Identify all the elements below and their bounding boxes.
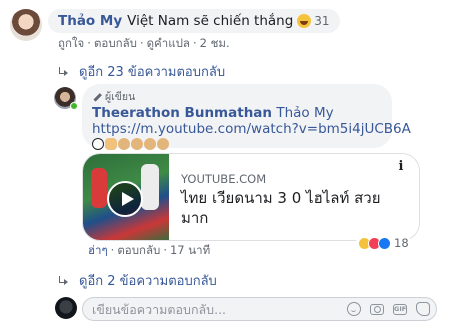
arm-icon: [105, 138, 117, 150]
view-more-replies-label: ดูอีก 2 ข้อความตอบกลับ: [79, 274, 217, 289]
like-icon: [378, 236, 391, 250]
author-badge-label: ผู้เขียน: [105, 91, 136, 103]
reply-header-line: Theerathon Bunmathan Thảo My: [92, 105, 382, 121]
online-status-dot: [70, 102, 78, 110]
ball-icon: [92, 138, 104, 150]
reply-reaction-count: 18: [394, 236, 409, 250]
reply-reply-link[interactable]: ตอบกลับ: [117, 243, 160, 257]
reply-emoji-row: [92, 138, 382, 150]
mention-link[interactable]: Thảo My: [276, 105, 333, 121]
link-title[interactable]: ไทย เวียดนาม 3 0 ไฮไลท์ สวยมาก: [181, 188, 395, 228]
comment-reaction-summary[interactable]: 31: [297, 14, 330, 28]
gif-icon[interactable]: GIF: [393, 303, 407, 315]
comment-bubble: Thảo My Việt Nam sẽ chiến thắng 31: [48, 9, 340, 33]
view-more-replies-label: ดูอีก 23 ข้อความตอบกลับ: [79, 65, 226, 80]
monkey-icon: [131, 138, 143, 150]
reply-arrow-icon: [58, 275, 70, 286]
reply-actions: ฮ่าๆ · ตอบกลับ · 17 นาที: [88, 243, 211, 257]
pencil-icon: [92, 92, 102, 102]
reply-author-link[interactable]: Theerathon Bunmathan: [92, 105, 272, 121]
see-translation-link[interactable]: ดูคำแปล: [147, 36, 190, 50]
info-icon[interactable]: i: [392, 158, 410, 176]
reply-arrow-icon: [58, 66, 70, 77]
reply-reaction-summary[interactable]: 18: [356, 234, 411, 252]
play-icon[interactable]: [107, 181, 143, 217]
current-user-avatar[interactable]: [55, 297, 77, 319]
thumbnail-player-white: [141, 164, 159, 210]
comment-author-link[interactable]: Thảo My: [58, 13, 122, 29]
monkey-icon: [118, 138, 130, 150]
camera-icon[interactable]: [370, 303, 384, 315]
link-preview-card[interactable]: YOUTUBE.COM ไทย เวียดนาม 3 0 ไฮไลท์ สวยม…: [82, 153, 420, 241]
haha-reaction-icon: [297, 14, 312, 28]
link-domain: YOUTUBE.COM: [181, 172, 267, 186]
commenter-avatar[interactable]: [10, 9, 42, 41]
comment-reaction-count: 31: [314, 14, 330, 28]
emoji-icon[interactable]: [347, 302, 361, 316]
comment-actions: ถูกใจ · ตอบกลับ · ดูคำแปล · 2 ชม.: [58, 36, 230, 50]
haha-reaction-link[interactable]: ฮ่าๆ: [88, 243, 108, 257]
view-more-replies-bottom[interactable]: ดูอีก 2 ข้อความตอบกลับ: [58, 270, 217, 291]
reply-bubble: ผู้เขียน Theerathon Bunmathan Thảo My ht…: [82, 84, 411, 150]
reply-composer: GIF: [82, 297, 437, 321]
like-link[interactable]: ถูกใจ: [58, 36, 84, 50]
view-more-replies-top[interactable]: ดูอีก 23 ข้อความตอบกลับ: [58, 61, 225, 82]
monkey-icon: [144, 138, 156, 150]
reply-input[interactable]: [92, 301, 338, 317]
reply-link[interactable]: ตอบกลับ: [94, 36, 137, 50]
monkey-icon: [157, 138, 169, 150]
author-badge: ผู้เขียน: [92, 88, 382, 105]
comment-text: Việt Nam sẽ chiến thắng: [127, 13, 294, 29]
video-thumbnail[interactable]: [83, 154, 169, 240]
youtube-url-link[interactable]: https://m.youtube.com/watch?v=bm5i4jUCB6…: [92, 121, 411, 137]
thumbnail-player-red: [91, 168, 107, 208]
sticker-icon[interactable]: [416, 302, 430, 316]
reply-timestamp[interactable]: 17 นาที: [170, 243, 210, 257]
comment-timestamp[interactable]: 2 ชม.: [200, 36, 230, 50]
